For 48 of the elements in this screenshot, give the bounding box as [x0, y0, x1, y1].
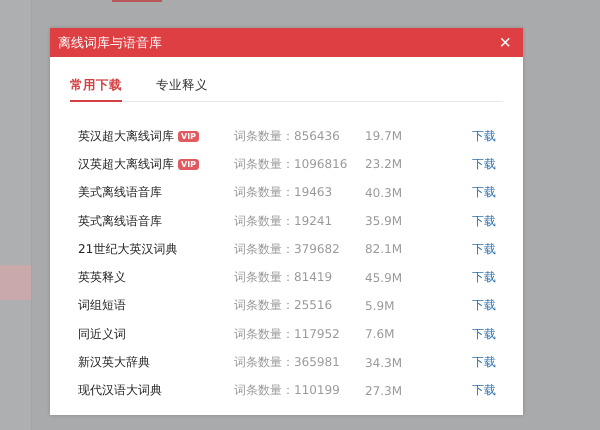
entry-count: 词条数量：365981 [234, 354, 341, 372]
sidebar-highlight [0, 265, 31, 300]
download-link[interactable]: 下载 [472, 156, 496, 171]
entry-count: 词条数量：81419 [234, 269, 334, 286]
download-link[interactable]: 下载 [472, 185, 496, 200]
download-link[interactable]: 下载 [472, 242, 496, 256]
file-size: 34.3M [365, 356, 404, 370]
download-link[interactable]: 下载 [472, 383, 496, 398]
dictionary-name: 英英释义 [78, 269, 126, 286]
dialog-title: 离线词库与语音库 [58, 34, 162, 52]
tab[interactable]: 专业释义 [156, 69, 208, 102]
file-size: 40.3M [365, 186, 404, 200]
entry-count: 词条数量：856436 [234, 128, 341, 145]
file-size: 35.9M [365, 214, 404, 228]
file-size: 27.3M [365, 384, 404, 398]
entry-count: 词条数量：117952 [234, 326, 341, 343]
dictionary-name: 21世纪大英汉词典 [78, 240, 178, 258]
entry-count: 词条数量：1096816 [234, 156, 348, 173]
dictionary-name: 美式离线语音库 [78, 184, 162, 202]
file-size: 19.7M [365, 129, 404, 144]
entry-count: 词条数量：19463 [234, 184, 334, 202]
tab-indicator [112, 0, 162, 2]
vip-badge: VIP [178, 130, 200, 142]
download-link[interactable]: 下载 [472, 326, 496, 341]
tab[interactable]: 常用下载 [70, 69, 122, 102]
dictionary-name: 汉英超大离线词库 [78, 156, 174, 173]
file-size: 45.9M [365, 270, 404, 285]
file-size: 82.1M [365, 242, 404, 256]
file-size: 5.9M [365, 298, 396, 313]
entry-count: 词条数量：25516 [234, 297, 334, 314]
dictionary-name: 英汉超大离线词库 [78, 128, 174, 145]
entry-count: 词条数量：110199 [234, 382, 341, 400]
download-link[interactable]: 下载 [472, 355, 496, 370]
close-button[interactable]: × [495, 32, 515, 52]
vip-badge: VIP [178, 158, 200, 170]
dictionary-name: 现代汉语大词典 [78, 382, 162, 400]
download-link[interactable]: 下载 [472, 270, 496, 284]
entry-count: 词条数量：19241 [234, 212, 334, 230]
download-link[interactable]: 下载 [472, 128, 496, 143]
file-size: 7.6M [365, 327, 396, 342]
download-link[interactable]: 下载 [472, 298, 496, 312]
download-link[interactable]: 下载 [472, 214, 496, 228]
file-size: 23.2M [365, 157, 404, 172]
entry-count: 词条数量：379682 [234, 240, 341, 258]
dictionary-name: 同近义词 [78, 326, 126, 343]
dictionary-name: 英式离线语音库 [78, 212, 162, 230]
dictionary-name: 词组短语 [78, 297, 126, 314]
dictionary-name: 新汉英大辞典 [78, 354, 150, 372]
